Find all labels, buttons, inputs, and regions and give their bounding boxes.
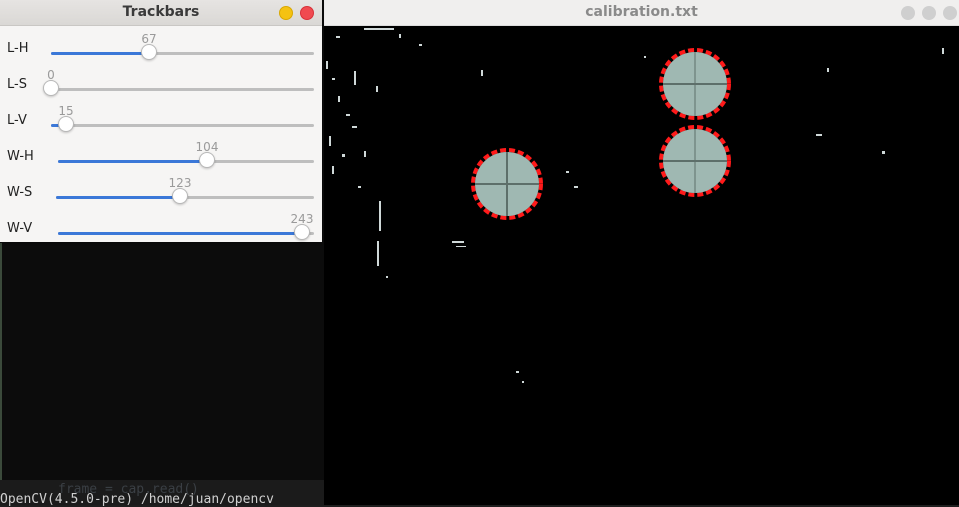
trackbar-thumb[interactable]	[141, 44, 157, 60]
trackbar-value: 67	[141, 32, 157, 46]
trackbar-value: 123	[168, 176, 192, 190]
trackbar-track[interactable]: 0	[43, 68, 314, 96]
trackbar-w-s[interactable]: W-S 123	[0, 175, 322, 211]
trackbar-track[interactable]: 67	[51, 32, 314, 60]
trackbar-label: L-H	[7, 41, 29, 56]
trackbar-label: W-S	[7, 185, 33, 200]
trackbar-fill	[58, 160, 207, 163]
trackbar-label: W-H	[7, 149, 34, 164]
calibration-titlebar[interactable]: calibration.txt	[324, 0, 959, 26]
trackbar-thumb[interactable]	[199, 152, 215, 168]
minimize-icon[interactable]	[279, 6, 293, 20]
trackbar-fill	[56, 196, 180, 199]
trackbar-w-v[interactable]: W-V 243	[0, 211, 322, 247]
terminal-gutter	[0, 243, 2, 483]
trackbars-window-title: Trackbars	[122, 4, 200, 20]
close-icon[interactable]	[300, 6, 314, 20]
calibration-window: calibration.txt	[324, 0, 959, 505]
trackbar-label: L-S	[7, 77, 27, 92]
trackbar-thumb[interactable]	[43, 80, 59, 96]
trackbar-l-s[interactable]: L-S 0	[0, 67, 322, 103]
calibration-image	[324, 26, 959, 505]
trackbar-label: W-V	[7, 221, 33, 236]
trackbar-w-h[interactable]: W-H 104	[0, 139, 322, 175]
trackbar-value: 0	[47, 68, 55, 82]
minimize-icon[interactable]	[901, 6, 915, 20]
trackbar-l-v[interactable]: L-V 15	[0, 103, 322, 139]
trackbar-track[interactable]: 123	[56, 176, 314, 204]
trackbars-window: Trackbars L-H 67 L-S 0 L-V 15 W-H 104 W-S 123 W-V 2…	[0, 0, 322, 242]
maximize-icon[interactable]	[922, 6, 936, 20]
trackbar-fill	[51, 52, 149, 55]
trackbar-value: 15	[58, 104, 74, 118]
trackbar-label: L-V	[7, 113, 27, 128]
trackbar-track[interactable]: 104	[58, 140, 314, 168]
trackbar-l-h[interactable]: L-H 67	[0, 31, 322, 67]
trackbar-thumb[interactable]	[172, 188, 188, 204]
trackbar-fill	[58, 232, 302, 235]
trackbar-track[interactable]: 15	[51, 104, 314, 132]
close-icon[interactable]	[943, 6, 957, 20]
trackbar-thumb[interactable]	[58, 116, 74, 132]
trackbar-value: 243	[290, 212, 314, 226]
trackbar-value: 104	[195, 140, 219, 154]
trackbars-titlebar[interactable]: Trackbars	[0, 0, 322, 26]
trackbar-track[interactable]: 243	[58, 212, 314, 240]
trackbar-thumb[interactable]	[294, 224, 310, 240]
calibration-window-title: calibration.txt	[585, 4, 698, 20]
